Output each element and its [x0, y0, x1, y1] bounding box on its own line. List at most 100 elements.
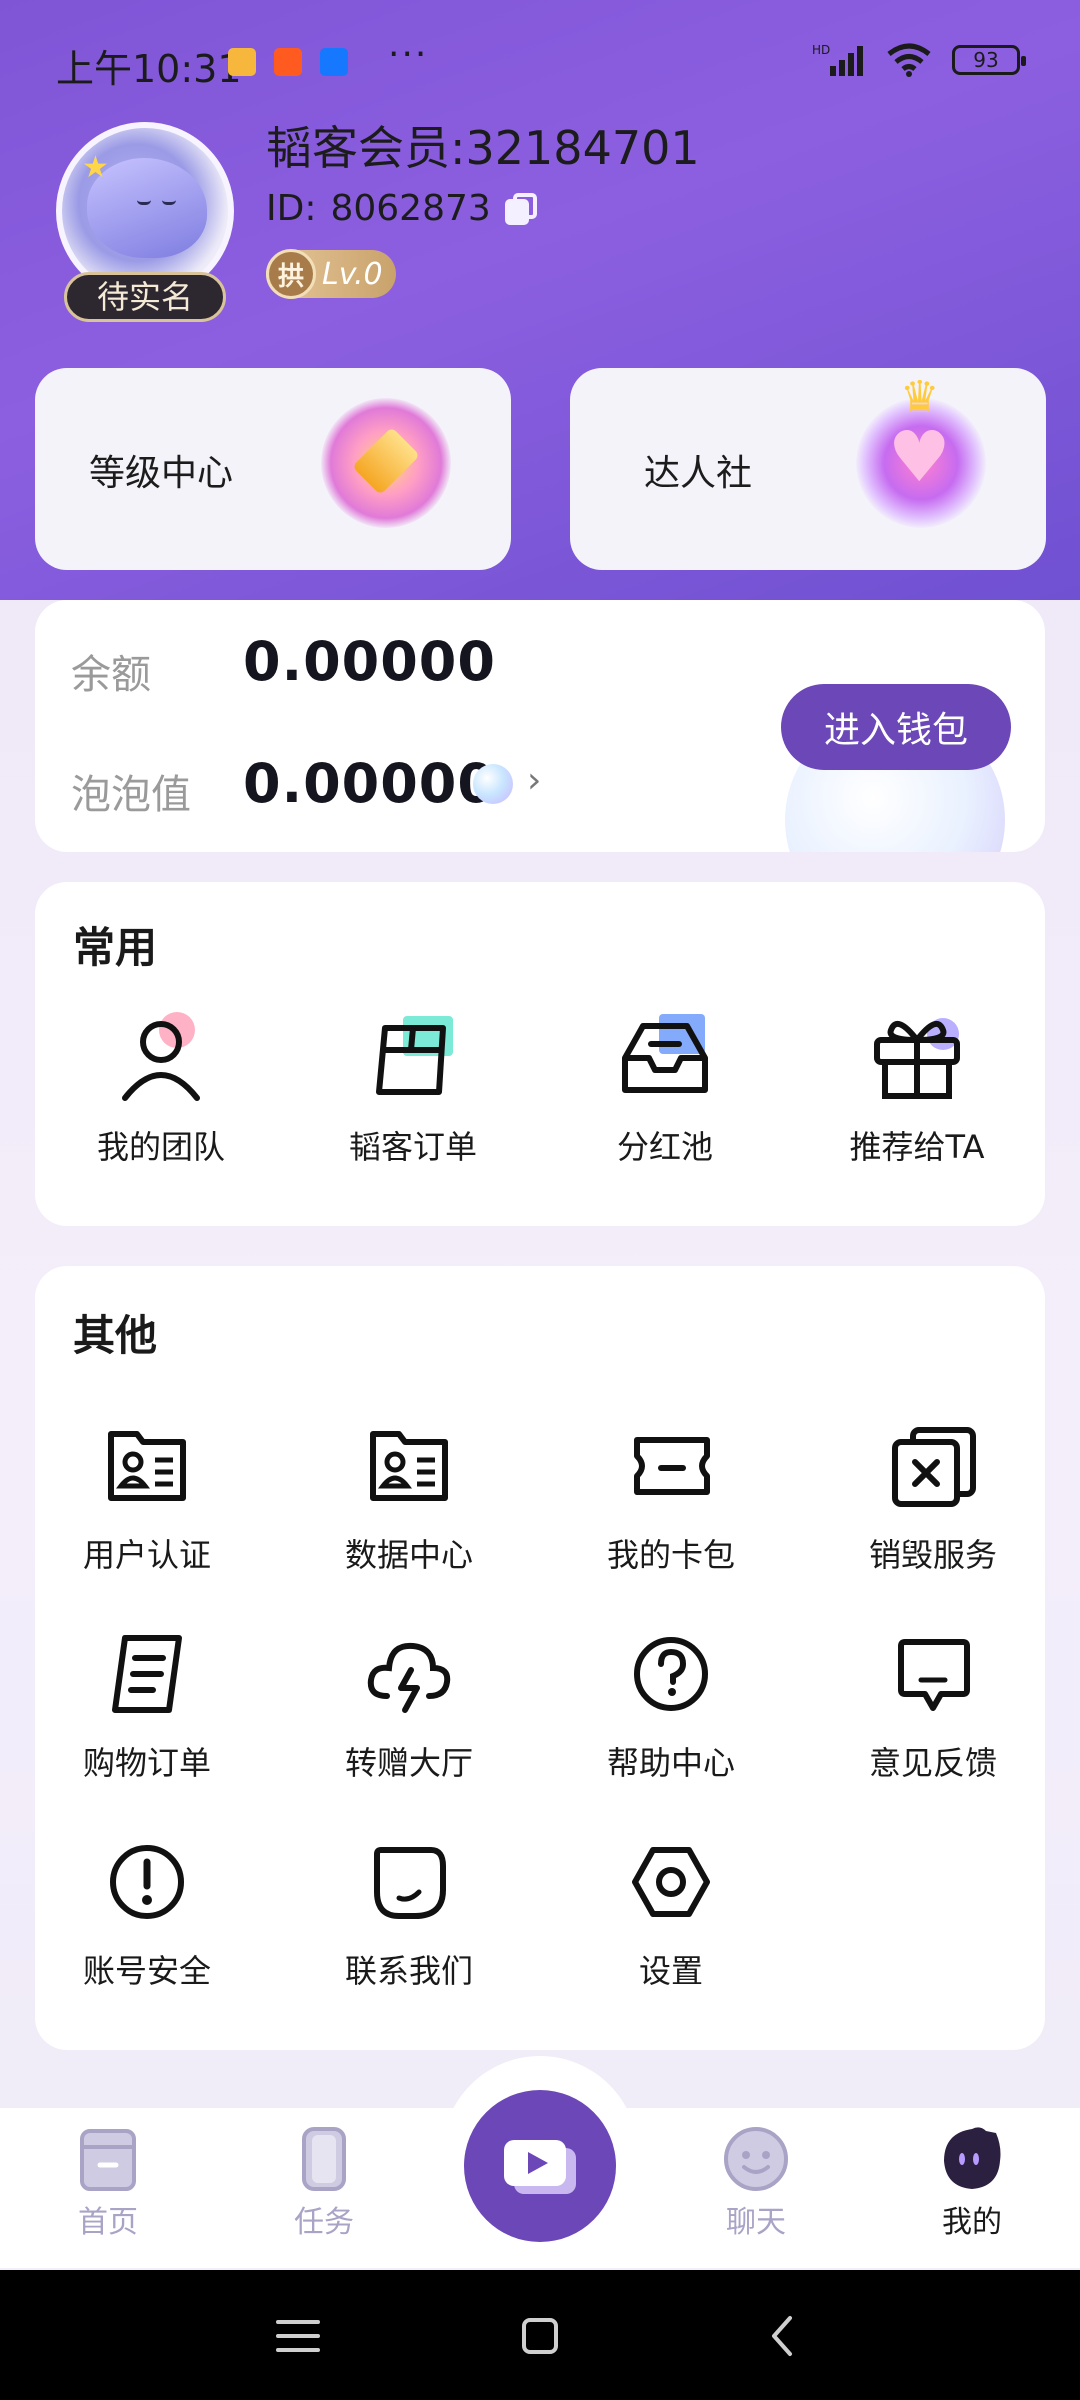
nav-tab-task[interactable]: 任务: [254, 2125, 394, 2241]
verify-status-badge[interactable]: 待实名: [64, 272, 226, 322]
menu-icon[interactable]: [268, 2306, 328, 2366]
user-id-row: ID: 8062873: [266, 188, 537, 229]
alipay-app-icon: [320, 48, 348, 76]
grid-item-tao-order[interactable]: 韬客订单: [313, 1008, 513, 1168]
bubble-value: 0.00000: [243, 752, 496, 815]
grid-item-feedback[interactable]: 意见反馈: [833, 1624, 1033, 1784]
signal-icon: HD: [812, 43, 863, 76]
wifi-icon: [887, 43, 931, 77]
balance-label: 余额: [71, 652, 151, 698]
team-icon: [122, 1012, 200, 1101]
balance-value: 0.00000: [243, 630, 496, 693]
grid-item-data-center[interactable]: 数据中心: [309, 1416, 509, 1576]
other-section-title: 其他: [73, 1311, 158, 1360]
level-center-label: 等级中心: [89, 453, 234, 494]
nav-tab-label: 任务: [294, 2205, 354, 2240]
order-box-icon: [376, 1016, 453, 1095]
status-time: 上午10:31: [56, 47, 242, 91]
grid-item-settings[interactable]: 设置: [571, 1832, 771, 1992]
feedback-icon: [898, 1639, 970, 1711]
help-icon: [634, 1637, 708, 1711]
grid-item-contact-us[interactable]: 联系我们: [309, 1832, 509, 1992]
grid-item-label: 销毁服务: [868, 1536, 997, 1574]
destroy-icon: [892, 1427, 976, 1507]
more-notifications-icon: ···: [388, 34, 429, 75]
settings-icon: [632, 1847, 710, 1917]
grid-item-user-verification[interactable]: 用户认证: [47, 1416, 247, 1576]
grid-item-label: 联系我们: [344, 1952, 473, 1990]
grid-item-dividend-pool[interactable]: 分红池: [565, 1008, 765, 1168]
nav-tab-home[interactable]: 首页: [38, 2125, 178, 2241]
bubble-value-label: 泡泡值: [71, 772, 191, 818]
grid-item-card-wallet[interactable]: 我的卡包: [571, 1416, 771, 1576]
cloud-lightning-icon: [367, 1642, 451, 1713]
document-icon: [112, 1635, 182, 1713]
grid-item-destroy-service[interactable]: 销毁服务: [833, 1416, 1033, 1576]
back-icon[interactable]: [754, 2306, 814, 2366]
home-button-icon[interactable]: [510, 2306, 570, 2366]
chevron-right-icon[interactable]: ›: [527, 760, 541, 801]
battery-level: 93: [973, 48, 999, 72]
talent-club-card[interactable]: 达人社: [570, 368, 1046, 570]
talent-club-label: 达人社: [644, 453, 753, 494]
grid-item-label: 推荐给TA: [849, 1128, 985, 1166]
grid-item-label: 韬客订单: [348, 1128, 477, 1166]
grid-item-label: 我的团队: [96, 1128, 225, 1166]
grid-item-label: 意见反馈: [868, 1744, 997, 1782]
home-icon: [80, 2129, 136, 2191]
grid-item-gift-hall[interactable]: 转赠大厅: [309, 1624, 509, 1784]
gift-icon: [874, 1018, 960, 1099]
grid-item-shopping-orders[interactable]: 购物订单: [47, 1624, 247, 1784]
chat-icon: [724, 2127, 788, 2191]
system-navigation-bar: [0, 2270, 1080, 2400]
grid-item-help-center[interactable]: 帮助中心: [571, 1624, 771, 1784]
center-video-button[interactable]: [464, 2090, 616, 2242]
ticket-icon: [634, 1437, 710, 1495]
video-icon: [504, 2140, 576, 2194]
status-indicators: HD 93: [812, 42, 1026, 78]
user-id-value: 8062873: [330, 188, 491, 229]
task-icon: [302, 2127, 346, 2191]
message-app-icon: [228, 48, 256, 76]
notification-icons: [228, 48, 348, 76]
nav-tab-label: 聊天: [726, 2205, 786, 2240]
contact-icon: [374, 1847, 446, 1919]
grid-item-label: 我的卡包: [606, 1536, 735, 1574]
grid-item-my-team[interactable]: 我的团队: [61, 1008, 261, 1168]
grid-item-label: 账号安全: [82, 1952, 211, 1990]
grid-item-label: 用户认证: [82, 1536, 211, 1574]
taobao-app-icon: [274, 48, 302, 76]
nav-tab-me[interactable]: 我的: [902, 2125, 1042, 2241]
level-value: Lv.0: [322, 256, 383, 292]
wallet-card: 余额 0.00000 泡泡值 0.00000 › 进入钱包: [35, 600, 1045, 852]
grid-item-account-security[interactable]: 账号安全: [47, 1832, 247, 1992]
copy-icon[interactable]: [504, 192, 537, 225]
grid-item-recommend[interactable]: 推荐给TA: [817, 1008, 1017, 1168]
id-card-icon: [108, 1431, 186, 1501]
warning-icon: [110, 1845, 184, 1919]
level-center-card[interactable]: 等级中心: [35, 368, 511, 570]
grid-item-label: 设置: [638, 1952, 703, 1990]
id-card-icon: [370, 1431, 448, 1501]
nickname: 韬客会员:32184701: [266, 121, 700, 175]
grid-item-label: 帮助中心: [606, 1744, 735, 1782]
enter-wallet-button[interactable]: 进入钱包: [781, 684, 1011, 770]
avatar[interactable]: ★ 待实名: [56, 122, 234, 322]
level-badge-icon: 拱: [266, 249, 316, 299]
common-section: 常用 我的团队 韬客订单 分红池 推荐给TA: [35, 882, 1045, 1226]
nav-tab-chat[interactable]: 聊天: [686, 2125, 826, 2241]
user-id-label: ID:: [266, 188, 317, 229]
battery-icon: 93: [952, 45, 1026, 75]
grid-item-label: 购物订单: [82, 1744, 211, 1782]
other-section: 其他 用户认证 数据中心 我的卡包 销毁服务 购物订单 转赠大厅 帮助中心 意见…: [35, 1266, 1045, 2050]
profile-icon: [944, 2127, 1001, 2189]
level-badge[interactable]: 拱 Lv.0: [266, 249, 396, 299]
star-icon: ★: [82, 150, 109, 185]
grid-item-label: 数据中心: [344, 1536, 473, 1574]
medal-icon: [321, 398, 451, 528]
nav-tab-label: 我的: [942, 2205, 1002, 2240]
bubble-icon: [473, 764, 513, 804]
status-bar: 上午10:31 ··· HD 93: [0, 0, 1080, 125]
common-section-title: 常用: [73, 923, 158, 972]
nav-tab-label: 首页: [78, 2205, 138, 2240]
